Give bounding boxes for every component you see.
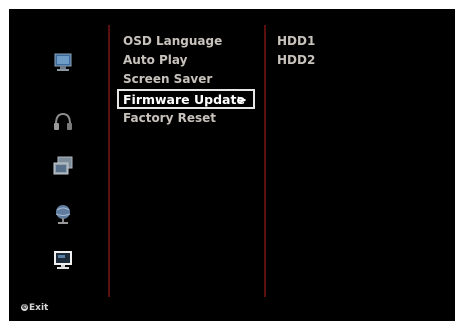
display-icon[interactable] xyxy=(52,51,74,73)
submenu-item-hdd2[interactable]: HDD2 xyxy=(277,51,315,70)
left-divider xyxy=(108,25,110,297)
exit-label: Exit xyxy=(29,303,49,313)
menu-item-osd-language[interactable]: OSD Language xyxy=(123,32,261,51)
firmware-submenu: HDD1 HDD2 xyxy=(277,32,315,70)
system-icon[interactable] xyxy=(52,249,74,271)
chevron-right-icon: > xyxy=(236,92,247,107)
menu-item-screen-saver[interactable]: Screen Saver xyxy=(123,70,261,89)
settings-menu: OSD Language Auto Play Screen Saver Firm… xyxy=(117,32,261,128)
photo-icon[interactable] xyxy=(52,155,74,177)
menu-item-firmware-update[interactable]: Firmware Update > xyxy=(117,89,255,109)
menu-item-label: Firmware Update xyxy=(123,92,245,107)
audio-icon[interactable] xyxy=(52,111,74,133)
menu-item-auto-play[interactable]: Auto Play xyxy=(123,51,261,70)
exit-hint[interactable]: © Exit xyxy=(21,303,48,313)
exit-icon: © xyxy=(21,304,28,311)
menu-item-factory-reset[interactable]: Factory Reset xyxy=(123,109,261,128)
submenu-item-hdd1[interactable]: HDD1 xyxy=(277,32,315,51)
settings-screen: OSD Language Auto Play Screen Saver Firm… xyxy=(9,9,455,321)
right-divider xyxy=(264,25,266,297)
network-icon[interactable] xyxy=(52,203,74,225)
